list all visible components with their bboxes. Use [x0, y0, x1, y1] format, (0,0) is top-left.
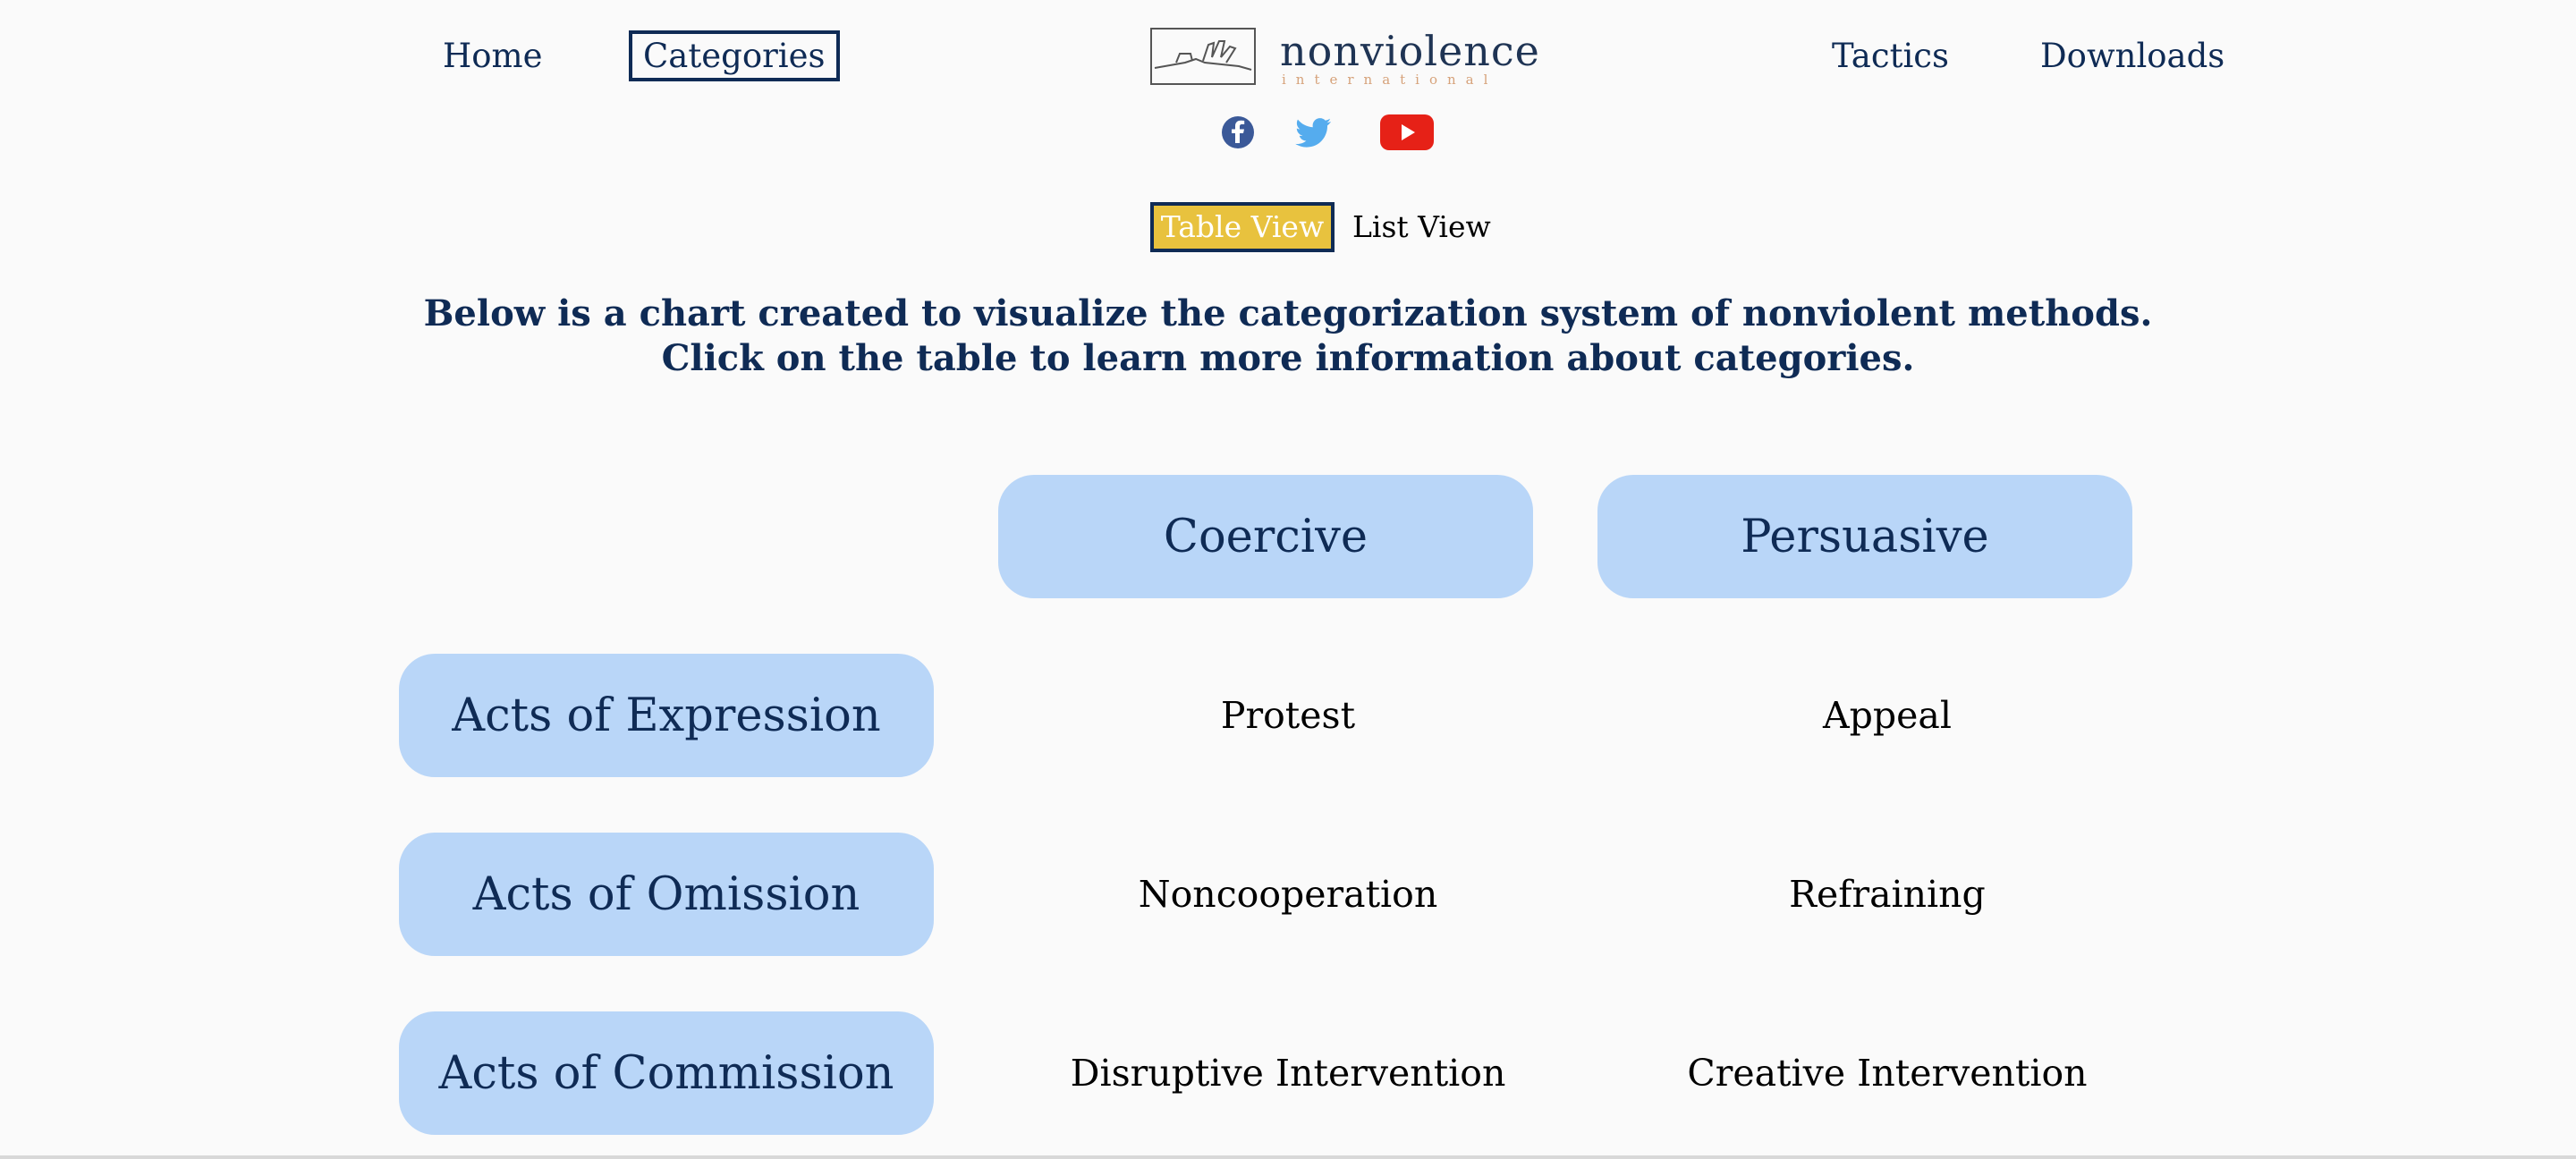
page-bottom-divider: [0, 1155, 2576, 1159]
facebook-icon[interactable]: [1218, 113, 1258, 152]
row-header-acts-of-commission[interactable]: Acts of Commission: [399, 1011, 934, 1135]
cell-refraining[interactable]: Refraining: [1619, 833, 2156, 956]
logo-hand-gun-icon: [1150, 28, 1256, 85]
nav-downloads[interactable]: Downloads: [2040, 39, 2224, 72]
column-header-persuasive[interactable]: Persuasive: [1597, 475, 2132, 598]
row-header-acts-of-omission[interactable]: Acts of Omission: [399, 833, 934, 956]
table-view-button[interactable]: Table View: [1150, 202, 1335, 252]
column-header-coercive[interactable]: Coercive: [998, 475, 1533, 598]
logo-wordmark: nonviolence: [1280, 27, 1540, 75]
row-header-acts-of-expression[interactable]: Acts of Expression: [399, 654, 934, 777]
nav-tactics[interactable]: Tactics: [1832, 39, 1949, 72]
cell-disruptive-intervention[interactable]: Disruptive Intervention: [1020, 1011, 1556, 1135]
nav-home[interactable]: Home: [443, 39, 543, 72]
nav-categories[interactable]: Categories: [629, 30, 840, 81]
intro-text: Below is a chart created to visualize th…: [0, 292, 2576, 381]
cell-protest[interactable]: Protest: [1020, 654, 1556, 777]
logo-subtitle: international: [1282, 72, 1498, 88]
youtube-icon[interactable]: [1379, 113, 1435, 152]
twitter-icon[interactable]: [1295, 113, 1335, 152]
intro-line-1: Below is a chart created to visualize th…: [423, 292, 2153, 334]
cell-creative-intervention[interactable]: Creative Intervention: [1619, 1011, 2156, 1135]
site-logo[interactable]: nonviolence international: [1149, 25, 1539, 89]
list-view-button[interactable]: List View: [1352, 206, 1491, 249]
intro-line-2: Click on the table to learn more informa…: [661, 337, 1915, 379]
cell-appeal[interactable]: Appeal: [1619, 654, 2156, 777]
cell-noncooperation[interactable]: Noncooperation: [1020, 833, 1556, 956]
